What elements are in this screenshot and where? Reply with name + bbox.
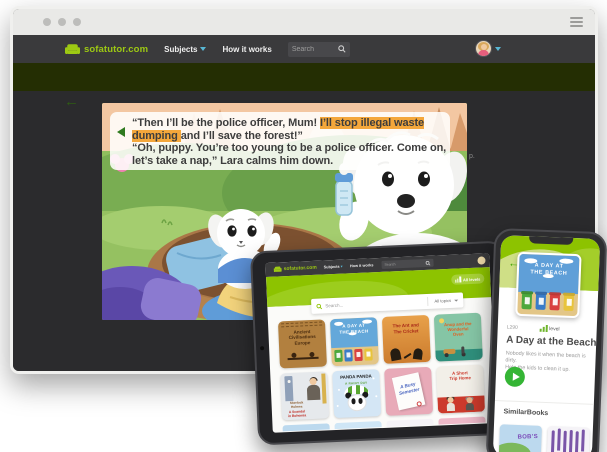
highlighted-text: I’ll stop illegal waste	[320, 117, 424, 129]
level-icon	[540, 325, 548, 332]
logo-text: sofatutor.com	[84, 44, 148, 55]
all-levels-button[interactable]: All levels	[451, 273, 485, 284]
similar-book-purple-trees[interactable]	[547, 426, 590, 452]
browser-titlebar	[13, 9, 595, 35]
chevron-down-icon	[495, 47, 501, 51]
level-label: level	[549, 326, 560, 332]
book-cover-scandal-in-bohemia[interactable]: SherlockHolmes A Scandalin Bohemia	[280, 371, 329, 420]
previous-page-icon[interactable]	[117, 127, 125, 137]
search-input[interactable]: Search	[381, 259, 433, 269]
tablet-mockup: sofatutor.com Subjects How it works Sear…	[250, 241, 512, 446]
window-dot[interactable]	[73, 18, 81, 26]
phone-screen: ← A DAY ATTHE BEACH L290 level A Day	[493, 235, 600, 452]
book-title: A Day at the Beach	[506, 334, 597, 348]
tablet-camera	[260, 346, 264, 350]
window-control-dots[interactable]	[43, 18, 81, 26]
dimmed-page-header	[13, 63, 595, 91]
phone-mockup: ← A DAY ATTHE BEACH L290 level A Day	[486, 228, 607, 452]
similar-books-heading: SimilarBooks	[503, 408, 548, 417]
divider	[495, 400, 594, 405]
chevron-down-icon	[454, 299, 458, 301]
book-cover-short-trip-home[interactable]: A ShortTrip Home	[436, 365, 485, 414]
level-code: L290	[507, 324, 518, 330]
book-cover-busy-semester[interactable]: A BusySemester	[384, 367, 433, 416]
window-dot[interactable]	[58, 18, 66, 26]
nav-item-how-it-works[interactable]: How it works	[350, 263, 374, 268]
book-cover-ancient-civilisations[interactable]: AncientCivilisationsEurope	[278, 319, 327, 368]
book-cover-anup-wonderful-oven[interactable]: Anup and theWonderfulOven	[434, 313, 483, 362]
play-icon	[513, 372, 520, 380]
level-meta-row: L290 level	[507, 323, 588, 333]
hamburger-menu-icon[interactable]	[570, 17, 583, 27]
tablet-book-grid-area: AncientCivilisationsEurope A DAY ATTHE B…	[267, 297, 496, 433]
search-icon	[425, 260, 430, 265]
similar-book-title: BOB’S	[518, 434, 539, 441]
partial-book-cover	[386, 419, 433, 427]
story-text: “Then I’ll be the police officer, Mum! I…	[132, 117, 442, 167]
avatar[interactable]	[477, 256, 485, 264]
back-arrow-icon[interactable]: ←	[64, 93, 79, 110]
couch-icon	[65, 44, 80, 55]
search-input[interactable]	[288, 42, 350, 57]
search-placeholder: Search...	[325, 303, 343, 309]
play-button[interactable]	[504, 366, 525, 387]
chevron-down-icon	[341, 266, 343, 268]
levels-icon	[455, 277, 461, 283]
search-icon	[338, 45, 346, 53]
nav-item-subjects[interactable]: Subjects	[324, 265, 343, 270]
book-cover-day-at-the-beach[interactable]: A DAY ATTHE BEACH	[330, 317, 379, 366]
chevron-down-icon	[200, 47, 206, 51]
window-dot[interactable]	[43, 18, 51, 26]
book-cover-day-at-the-beach[interactable]: A DAY ATTHE BEACH	[515, 252, 581, 318]
cutoff-page-text: p.	[469, 153, 475, 160]
book-cover-ant-and-cricket[interactable]: The Ant andThe Cricket	[382, 315, 431, 364]
sofatutor-logo[interactable]: sofatutor.com	[65, 44, 148, 55]
site-navbar: sofatutor.com Subjects How it works	[13, 35, 595, 63]
logo-text[interactable]: sofatutor.com	[284, 265, 317, 272]
back-arrow-icon[interactable]: ←	[508, 257, 519, 269]
couch-icon	[274, 266, 282, 272]
book-grid: AncientCivilisationsEurope A DAY ATTHE B…	[278, 313, 487, 432]
search-field[interactable]	[292, 46, 338, 53]
partial-book-cover	[438, 417, 485, 425]
partial-book-cover	[282, 423, 329, 431]
avatar[interactable]	[475, 40, 492, 57]
partial-book-cover	[334, 421, 381, 429]
nav-item-subjects[interactable]: Subjects	[164, 45, 206, 54]
nav-item-how-it-works[interactable]: How it works	[222, 45, 271, 54]
tablet-screen: sofatutor.com Subjects How it works Sear…	[265, 253, 496, 433]
book-cover-panda-panda[interactable]: PANDA PANDA A RAINY DAY	[332, 369, 381, 418]
all-topics-dropdown[interactable]: All topics	[427, 296, 458, 306]
user-menu[interactable]	[475, 40, 501, 57]
story-text-card: “Then I’ll be the police officer, Mum! I…	[110, 112, 450, 170]
marketing-screenshot: sofatutor.com Subjects How it works	[0, 0, 607, 452]
similar-books-row: BOB’S	[499, 424, 590, 452]
highlighted-text: dumping	[132, 130, 181, 142]
search-icon	[316, 303, 322, 309]
similar-book-bobs[interactable]: BOB’S	[499, 424, 542, 452]
